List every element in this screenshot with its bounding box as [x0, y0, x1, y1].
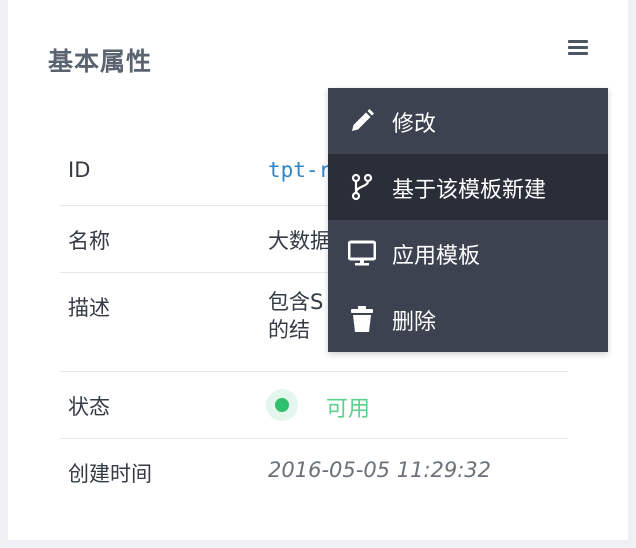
menu-bar — [568, 46, 588, 49]
menu-item-new-from-template[interactable]: 基于该模板新建 — [328, 154, 608, 220]
status-dot-icon — [275, 398, 289, 412]
card-title: 基本属性 — [48, 47, 153, 76]
hamburger-menu-icon[interactable] — [568, 40, 588, 58]
menu-item-label: 基于该模板新建 — [392, 178, 547, 203]
property-row-created: 创建时间 2016-05-05 11:29:32 — [60, 439, 568, 505]
menu-item-label: 删除 — [392, 310, 437, 335]
menu-bar — [568, 52, 588, 55]
menu-item-apply-template[interactable]: 应用模板 — [328, 220, 608, 286]
menu-item-delete[interactable]: 删除 — [328, 286, 608, 352]
actions-dropdown-menu: 修改 基于该模板新建 应用模板 删除 — [328, 88, 608, 352]
trash-icon — [351, 306, 373, 332]
property-label: 状态 — [68, 395, 110, 419]
property-label: 描述 — [68, 296, 110, 320]
property-label: ID — [68, 158, 91, 182]
status-text: 可用 — [326, 397, 371, 422]
branch-icon — [351, 173, 373, 201]
property-row-status: 状态 可用 — [60, 372, 568, 439]
menu-bar — [568, 40, 588, 43]
menu-item-label: 修改 — [392, 112, 437, 137]
monitor-icon — [348, 240, 376, 266]
status-indicator — [266, 389, 298, 421]
property-value-id: tpt-r — [268, 158, 332, 182]
menu-item-label: 应用模板 — [392, 244, 481, 269]
property-label: 创建时间 — [68, 462, 152, 486]
property-value-name: 大数据 — [268, 229, 331, 253]
property-value-created: 2016-05-05 11:29:32 — [268, 458, 492, 482]
menu-item-edit[interactable]: 修改 — [328, 88, 608, 154]
property-label: 名称 — [68, 229, 110, 253]
pencil-icon — [352, 109, 374, 131]
